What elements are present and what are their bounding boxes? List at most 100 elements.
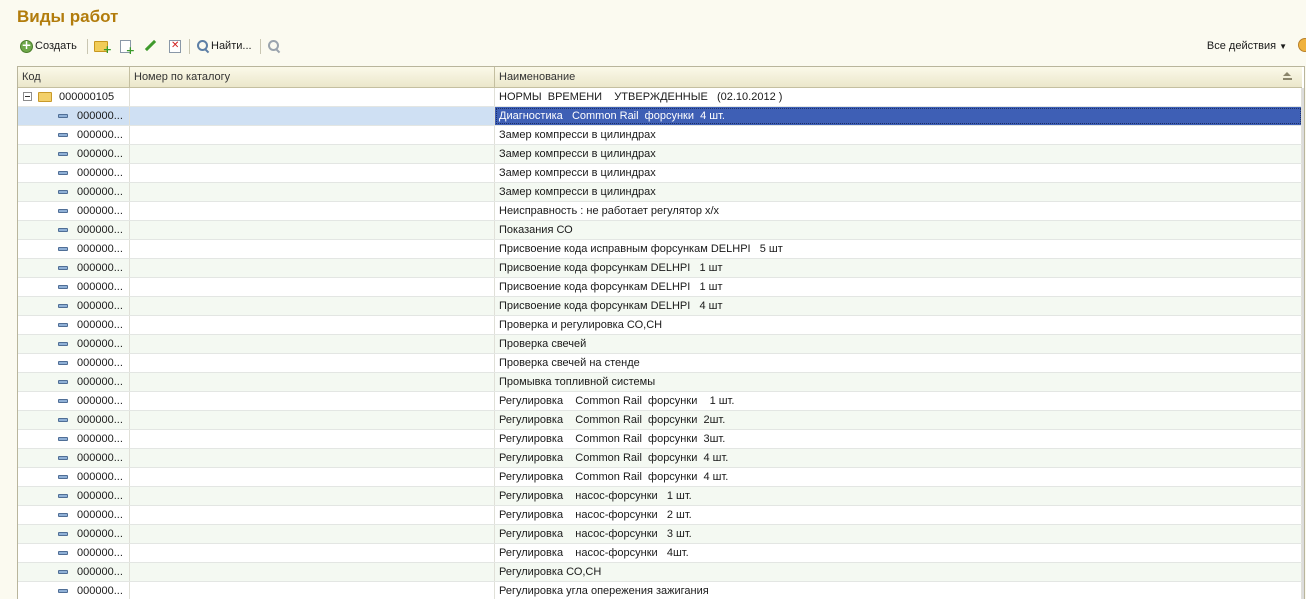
catalog-number-cell (130, 240, 495, 258)
vertical-scrollbar[interactable] (1302, 88, 1304, 599)
find-button[interactable]: Найти... (197, 37, 252, 55)
table-row[interactable]: 000000... Показания СО (18, 221, 1302, 240)
code-cell: 000000... (18, 468, 130, 486)
copy-button[interactable] (120, 37, 135, 57)
catalog-number-cell (130, 354, 495, 372)
table-row[interactable]: 000000... Регулировка Common Rail форсунк… (18, 392, 1302, 411)
item-code: 000000... (77, 205, 123, 217)
table-row[interactable]: 000000... Регулировка насос-форсунки 1 шт… (18, 487, 1302, 506)
delete-button[interactable] (169, 37, 181, 55)
group-catalog-cell (130, 88, 495, 106)
name-cell: Замер компресси в цилиндрах (495, 145, 1302, 163)
edit-button[interactable] (144, 37, 156, 55)
toolbar-separator (189, 39, 190, 54)
item-code: 000000... (77, 243, 123, 255)
toolbar-separator (260, 39, 261, 54)
catalog-number-cell (130, 430, 495, 448)
table-row[interactable]: 000000... Замер компресси в цилиндрах (18, 183, 1302, 202)
catalog-number-cell (130, 468, 495, 486)
item-code: 000000... (77, 148, 123, 160)
table-row[interactable]: 000000... Проверка свечей на стенде (18, 354, 1302, 373)
collapse-icon[interactable] (23, 92, 32, 101)
table-row[interactable]: 000000... Присвоение кода форсункам DELHP… (18, 297, 1302, 316)
column-header-catalog[interactable]: Номер по каталогу (130, 67, 495, 87)
catalog-number-cell (130, 449, 495, 467)
table-row[interactable]: 000000... Регулировка Common Rail форсунк… (18, 430, 1302, 449)
table-row[interactable]: 000000... Присвоение кода исправным форсу… (18, 240, 1302, 259)
table-row[interactable]: 000000... Присвоение кода форсункам DELHP… (18, 259, 1302, 278)
catalog-number-cell (130, 582, 495, 599)
item-code: 000000... (77, 395, 123, 407)
search-icon (197, 40, 209, 52)
catalog-number-cell (130, 221, 495, 239)
create-button-label: Создать (35, 40, 77, 52)
item-icon (58, 342, 68, 346)
cancel-search-button[interactable] (267, 37, 281, 55)
folder-icon (38, 92, 52, 102)
item-icon (58, 228, 68, 232)
item-code: 000000... (77, 566, 123, 578)
column-header-code[interactable]: Код (18, 67, 130, 87)
item-code: 000000... (77, 547, 123, 559)
item-code: 000000... (77, 300, 123, 312)
code-cell: 000000... (18, 373, 130, 391)
code-cell: 000000... (18, 430, 130, 448)
name-cell: Присвоение кода форсункам DELHPI 1 шт (495, 259, 1302, 277)
item-code: 000000... (77, 186, 123, 198)
table-row[interactable]: 000000... Регулировка насос-форсунки 2 шт… (18, 506, 1302, 525)
name-cell: Промывка топливной системы (495, 373, 1302, 391)
table-row[interactable]: 000000... Проверка и регулировка СО,СН (18, 316, 1302, 335)
name-cell: Проверка свечей (495, 335, 1302, 353)
code-cell: 000000... (18, 316, 130, 334)
cancel-search-icon (267, 39, 281, 53)
item-code: 000000... (77, 281, 123, 293)
table-row[interactable]: 000000... Регулировка насос-форсунки 4шт. (18, 544, 1302, 563)
code-cell: 000000... (18, 563, 130, 581)
table-row[interactable]: 000000... Проверка свечей (18, 335, 1302, 354)
create-button[interactable]: Создать (20, 37, 77, 55)
item-icon (58, 209, 68, 213)
sort-icon[interactable] (1283, 72, 1292, 81)
table-row[interactable]: 000000... Регулировка Common Rail форсунк… (18, 468, 1302, 487)
table-row[interactable]: 000000... Присвоение кода форсункам DELHP… (18, 278, 1302, 297)
group-row[interactable]: 000000105 НОРМЫ ВРЕМЕНИ УТВЕРЖДЕННЫЕ (02… (18, 88, 1302, 107)
create-group-button[interactable] (94, 37, 112, 56)
all-actions-menu[interactable]: Все действия ▼ (1207, 37, 1287, 55)
table-row[interactable]: 000000... Регулировка угла опережения заж… (18, 582, 1302, 599)
table-row[interactable]: 000000... Регулировка СО,СН (18, 563, 1302, 582)
item-code: 000000... (77, 433, 123, 445)
table-row[interactable]: 000000... Регулировка Common Rail форсунк… (18, 411, 1302, 430)
catalog-number-cell (130, 411, 495, 429)
table-row[interactable]: 000000... Замер компресси в цилиндрах (18, 126, 1302, 145)
table-row[interactable]: 000000... Регулировка насос-форсунки 3 шт… (18, 525, 1302, 544)
item-code: 000000... (77, 319, 123, 331)
item-code: 000000... (77, 471, 123, 483)
all-actions-label: Все действия (1206, 40, 1277, 52)
item-icon (58, 418, 68, 422)
add-circle-icon (20, 38, 33, 53)
table-row[interactable]: 000000... Замер компресси в цилиндрах (18, 145, 1302, 164)
item-icon (58, 551, 68, 555)
table-row[interactable]: 000000... Замер компресси в цилиндрах (18, 164, 1302, 183)
item-code: 000000... (77, 509, 123, 521)
table-row[interactable]: 000000... Регулировка Common Rail форсунк… (18, 449, 1302, 468)
item-icon (58, 532, 68, 536)
name-cell: Присвоение кода форсункам DELHPI 4 шт (495, 297, 1302, 315)
item-code: 000000... (77, 585, 123, 597)
table-row[interactable]: 000000... Диагностика Common Rail форсунк… (18, 107, 1302, 126)
name-cell: Регулировка СО,СН (495, 563, 1302, 581)
name-cell: Регулировка насос-форсунки 4шт. (495, 544, 1302, 562)
catalog-number-cell (130, 316, 495, 334)
code-cell: 000000... (18, 221, 130, 239)
catalog-number-cell (130, 297, 495, 315)
column-header-name[interactable]: Наименование (495, 67, 1302, 87)
table-row[interactable]: 000000... Неисправность : не работает рег… (18, 202, 1302, 221)
item-icon (58, 152, 68, 156)
name-cell: Регулировка угла опережения зажигания (495, 582, 1302, 599)
help-icon[interactable] (1298, 38, 1306, 52)
name-cell: Присвоение кода исправным форсункам DELH… (495, 240, 1302, 258)
table-row[interactable]: 000000... Промывка топливной системы (18, 373, 1302, 392)
name-cell: Регулировка Common Rail форсунки 4 шт. (495, 449, 1302, 467)
item-icon (58, 323, 68, 327)
toolbar-separator (87, 39, 88, 54)
